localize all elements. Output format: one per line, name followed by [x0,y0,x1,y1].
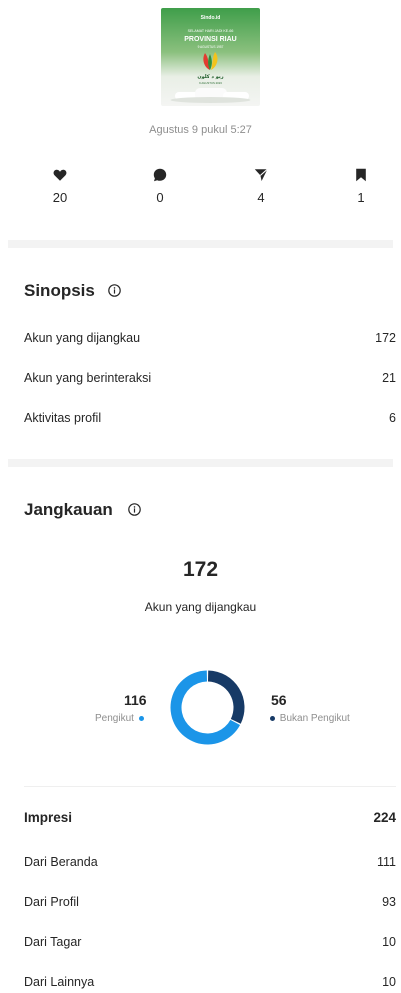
followers-label: Pengikut [95,713,134,724]
row-label: Akun yang berinteraksi [24,371,152,385]
row-label: Dari Tagar [24,935,82,949]
row-label: Akun yang dijangkau [24,331,141,345]
thumbnail-title: PROVINSI RIAU [184,36,237,43]
post-stats: 20 0 4 1 [0,168,401,218]
non-followers-dot [270,715,275,721]
section-separator [24,786,396,787]
comments-count: 0 [156,190,164,205]
bookmark-icon [356,168,366,182]
row-value: 93 [382,895,396,909]
row-value: 10 [382,975,396,989]
send-icon [254,168,268,181]
comments-stat[interactable]: 0 [140,168,180,205]
heart-icon [53,169,67,181]
non-followers-label: Bukan Pengikut [279,713,350,724]
sinopsis-info-icon[interactable] [108,284,121,297]
followers-value: 116 [124,692,147,708]
thumbnail-arabic: ريو د كلون [197,74,223,80]
row-label: Aktivitas profil [24,411,102,425]
likes-stat[interactable]: 20 [40,168,80,205]
thumbnail-tagline: 9 AGUSTUS 1957 [198,45,224,49]
row-label: Dari Profil [24,895,79,909]
row-label: Dari Lainnya [24,975,95,989]
post-thumbnail-image: Sindo.id SELAMAT HARI JADI KE-66 PROVINS… [161,8,260,106]
post-thumbnail[interactable]: Sindo.id SELAMAT HARI JADI KE-66 PROVINS… [161,8,260,106]
row-value: 6 [389,411,396,425]
followers-dot [138,715,144,721]
shares-count: 4 [257,190,265,205]
thumbnail-subtitle: SELAMAT HARI JADI KE-66 [188,29,234,33]
row-value: 21 [382,371,396,385]
thumbnail-brand: Sindo.id [201,15,221,21]
row-label: Dari Beranda [24,855,98,869]
section-divider [8,240,393,248]
shares-stat[interactable]: 4 [241,168,281,205]
post-date: Agustus 9 pukul 5:27 [149,124,252,136]
followers-legend: Pengikut [95,713,144,724]
impressions-title: Impresi [24,810,73,825]
impressions-total: 224 [373,810,396,825]
thumbnail-footer: 9 AGUSTUS 2023 [199,81,222,85]
non-followers-legend: Bukan Pengikut [270,713,350,724]
sinopsis-title: Sinopsis [24,281,95,300]
saves-stat[interactable]: 1 [341,168,381,205]
donut-slice-non-followers [207,670,245,724]
reach-total-label: Akun yang dijangkau [144,600,257,614]
reach-total: 172 [182,558,219,581]
row-value: 10 [382,935,396,949]
jangkauan-info-icon[interactable] [128,503,141,516]
jangkauan-title: Jangkauan [24,500,113,519]
likes-count: 20 [52,190,68,205]
section-divider [8,459,393,467]
reach-donut-chart [170,670,245,745]
non-followers-value: 56 [271,692,287,708]
comment-icon [153,168,167,182]
saves-count: 1 [357,190,365,205]
row-value: 111 [376,855,396,869]
row-value: 172 [375,331,396,345]
